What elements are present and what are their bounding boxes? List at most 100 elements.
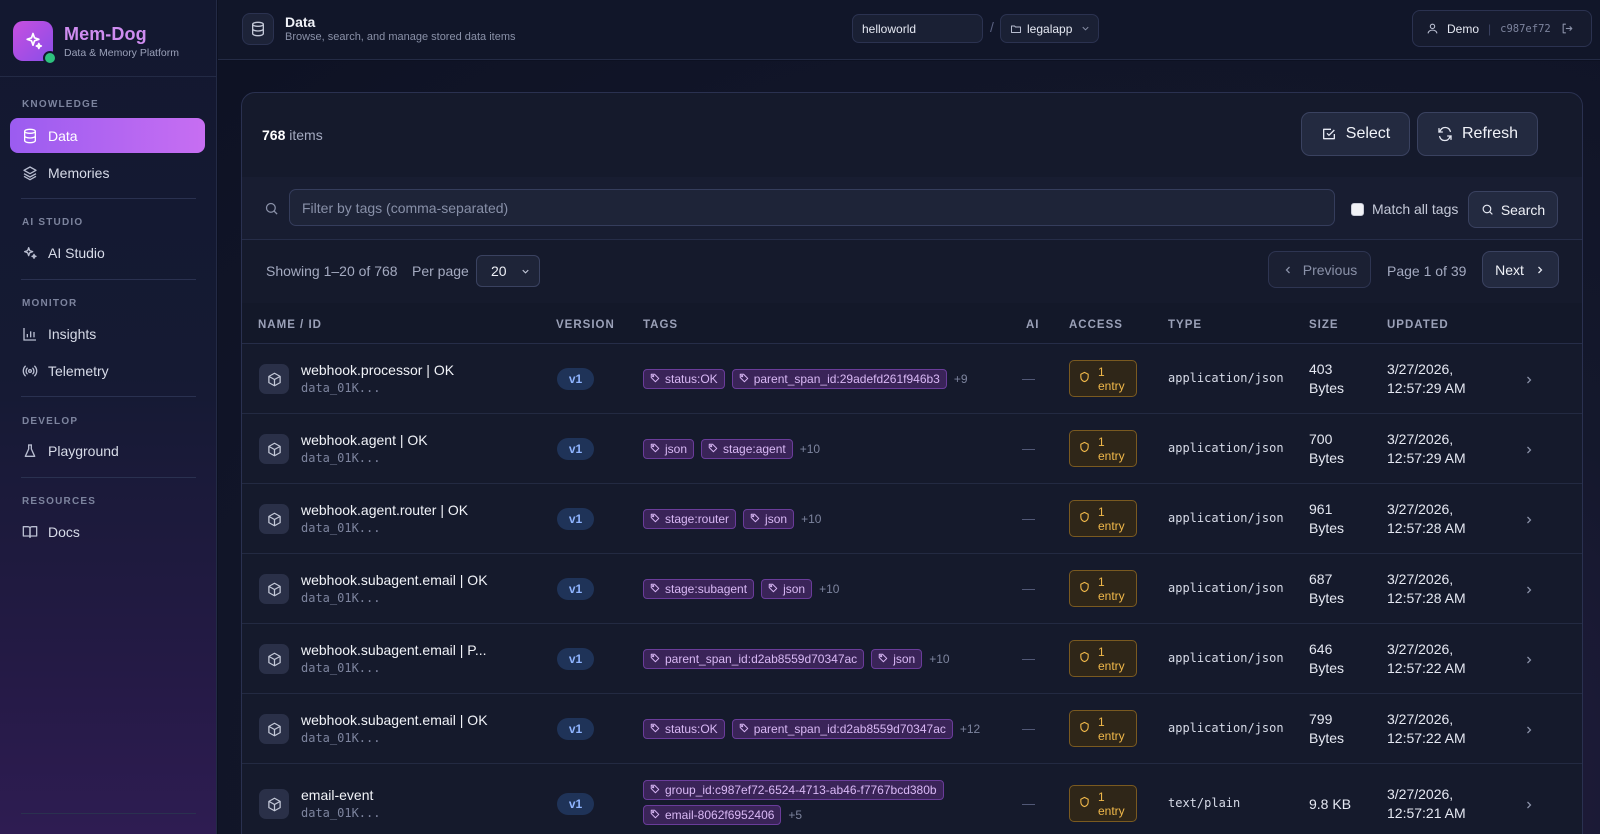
column-header-access[interactable]: ACCESS xyxy=(1069,319,1123,331)
column-header-updated[interactable]: UPDATED xyxy=(1387,319,1449,331)
chevron-right-icon[interactable] xyxy=(1523,513,1535,531)
bar-chart-icon xyxy=(23,327,36,341)
item-name[interactable]: webhook.subagent.email | OK xyxy=(301,572,488,588)
item-id: data_01K... xyxy=(301,591,381,605)
logout-icon[interactable] xyxy=(1561,22,1574,35)
tag-chip[interactable]: stage:agent xyxy=(701,439,793,459)
app-select[interactable]: legalapp xyxy=(1000,14,1099,43)
section-label-develop: DEVELOP xyxy=(22,416,79,427)
column-header-type[interactable]: TYPE xyxy=(1168,319,1202,331)
section-label-ai-studio: AI STUDIO xyxy=(22,217,84,228)
table-row[interactable]: email-event data_01K... v1 group_id:c987ef7… xyxy=(242,764,1582,834)
table-row[interactable]: webhook.subagent.email | OK data_01K... v1… xyxy=(242,694,1582,764)
tag-icon xyxy=(739,722,749,736)
shield-icon xyxy=(1079,441,1090,456)
table-row[interactable]: webhook.subagent.email | OK data_01K... v1… xyxy=(242,554,1582,624)
tag-list: group_id:c987ef72-6524-4713-ab46-f7767bc… xyxy=(643,780,983,825)
tag-chip[interactable]: parent_span_id:d2ab8559d70347ac xyxy=(643,649,865,669)
page-subtitle: Browse, search, and manage stored data i… xyxy=(285,31,516,43)
item-name[interactable]: webhook.agent | OK xyxy=(301,432,428,448)
per-page-label: Per page xyxy=(412,263,469,279)
tag-chip[interactable]: parent_span_id:d2ab8559d70347ac xyxy=(731,719,953,739)
ai-status: — xyxy=(1022,581,1035,596)
column-header-ai[interactable]: AI xyxy=(1026,319,1040,331)
chevron-right-icon[interactable] xyxy=(1523,723,1535,741)
more-tags-count[interactable]: +10 xyxy=(801,512,821,526)
project-input[interactable]: helloworld xyxy=(852,14,983,43)
chevron-right-icon[interactable] xyxy=(1523,443,1535,461)
select-button[interactable]: Select xyxy=(1301,112,1410,156)
tag-chip[interactable]: json xyxy=(743,509,795,529)
table-row[interactable]: webhook.agent | OK data_01K... v1 json stage… xyxy=(242,414,1582,484)
more-tags-count[interactable]: +12 xyxy=(960,722,980,736)
item-name[interactable]: webhook.processor | OK xyxy=(301,362,454,378)
item-id: data_01K... xyxy=(301,451,381,465)
table-row[interactable]: webhook.processor | OK data_01K... v1 statu… xyxy=(242,344,1582,414)
more-tags-count[interactable]: +10 xyxy=(800,442,820,456)
tag-chip[interactable]: status:OK xyxy=(643,719,725,739)
tag-chip[interactable]: json xyxy=(871,649,923,669)
shield-icon xyxy=(1079,371,1090,386)
access-badge: 1 entry xyxy=(1069,785,1137,822)
sidebar-item-docs[interactable]: Docs xyxy=(10,514,205,549)
sidebar-item-label: Playground xyxy=(48,442,119,459)
tag-chip[interactable]: json xyxy=(761,579,813,599)
tag-chip[interactable]: email-8062f6952406 xyxy=(643,805,782,825)
item-name[interactable]: webhook.agent.router | OK xyxy=(301,502,468,518)
shield-icon xyxy=(1079,651,1090,666)
user-menu[interactable]: Demo | c987ef72 xyxy=(1412,10,1592,47)
sidebar-item-ai-studio[interactable]: AI Studio xyxy=(10,235,205,270)
tag-chip[interactable]: stage:router xyxy=(643,509,737,529)
tag-chip[interactable]: json xyxy=(643,439,695,459)
tag-chip[interactable]: group_id:c987ef72-6524-4713-ab46-f7767bc… xyxy=(643,780,944,800)
item-size: 700 Bytes xyxy=(1309,431,1345,466)
tag-list: json stage:agent +10 xyxy=(643,439,1023,459)
item-name[interactable]: webhook.subagent.email | P... xyxy=(301,642,487,658)
column-header-name[interactable]: NAME / ID xyxy=(258,319,322,331)
item-name[interactable]: email-event xyxy=(301,787,373,803)
data-card: 768 items Select Refresh Filter by tags … xyxy=(241,92,1583,834)
more-tags-count[interactable]: +5 xyxy=(788,808,802,822)
item-size: 799 Bytes xyxy=(1309,711,1345,746)
sidebar-item-playground[interactable]: Playground xyxy=(10,433,205,468)
search-button[interactable]: Search xyxy=(1468,191,1558,228)
item-size: 687 Bytes xyxy=(1309,571,1345,606)
next-page-button[interactable]: Next xyxy=(1482,251,1559,288)
brand[interactable]: Mem-Dog Data & Memory Platform xyxy=(13,21,179,65)
chevron-right-icon[interactable] xyxy=(1523,373,1535,391)
more-tags-count[interactable]: +10 xyxy=(819,582,839,596)
refresh-button[interactable]: Refresh xyxy=(1417,112,1538,156)
tag-chip[interactable]: parent_span_id:29adefd261f946b3 xyxy=(731,369,947,389)
table-header xyxy=(242,303,1582,344)
more-tags-count[interactable]: +9 xyxy=(954,372,968,386)
column-header-version[interactable]: VERSION xyxy=(556,319,615,331)
package-icon xyxy=(259,364,289,394)
table-row[interactable]: webhook.subagent.email | P... data_01K...… xyxy=(242,624,1582,694)
updated-timestamp: 3/27/2026, 12:57:29 AM xyxy=(1387,431,1466,466)
chevron-right-icon[interactable] xyxy=(1523,653,1535,671)
tag-filter-input[interactable]: Filter by tags (comma-separated) xyxy=(289,189,1335,226)
match-all-checkbox[interactable] xyxy=(1351,203,1364,216)
content-type: application/json xyxy=(1168,721,1284,735)
chevron-right-icon[interactable] xyxy=(1523,798,1535,816)
column-header-size[interactable]: SIZE xyxy=(1309,319,1339,331)
more-tags-count[interactable]: +10 xyxy=(929,652,949,666)
tag-chip[interactable]: status:OK xyxy=(643,369,725,389)
column-header-tags[interactable]: TAGS xyxy=(643,319,678,331)
per-page-select[interactable]: 20 xyxy=(476,255,540,287)
sidebar-item-insights[interactable]: Insights xyxy=(10,316,205,351)
sidebar-item-memories[interactable]: Memories xyxy=(10,155,205,190)
tag-chip[interactable]: stage:subagent xyxy=(643,579,755,599)
tag-list: status:OK parent_span_id:d2ab8559d70347ac… xyxy=(643,719,1023,739)
previous-page-button[interactable]: Previous xyxy=(1268,251,1371,288)
table-row[interactable]: webhook.agent.router | OK data_01K... v1 st… xyxy=(242,484,1582,554)
item-id: data_01K... xyxy=(301,731,381,745)
sidebar-item-data[interactable]: Data xyxy=(10,118,205,153)
chevron-right-icon[interactable] xyxy=(1523,583,1535,601)
tag-icon xyxy=(708,442,718,456)
page-indicator: Page 1 of 39 xyxy=(1387,263,1467,279)
sidebar-item-telemetry[interactable]: Telemetry xyxy=(10,353,205,388)
item-name[interactable]: webhook.subagent.email | OK xyxy=(301,712,488,728)
user-id: c987ef72 xyxy=(1500,22,1551,35)
version-badge: v1 xyxy=(557,578,594,600)
